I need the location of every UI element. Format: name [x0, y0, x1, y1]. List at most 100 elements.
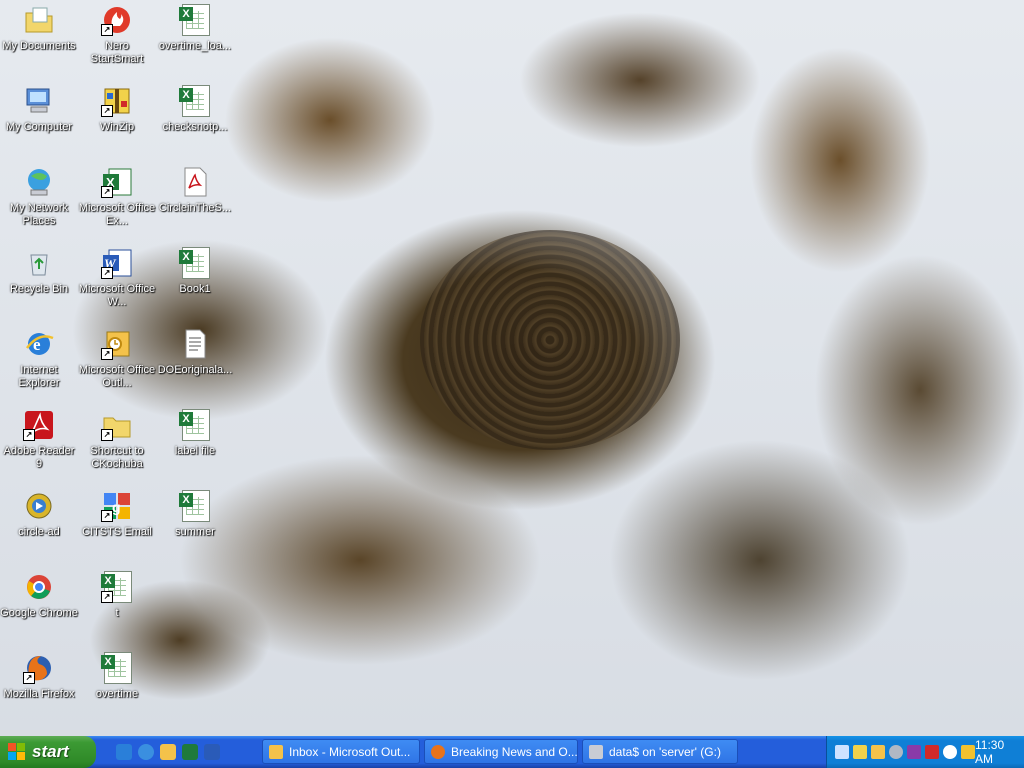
shortcut-arrow-icon: ↗ [101, 105, 113, 117]
drive-icon [589, 744, 603, 759]
desktop-icon-label: Nero StartSmart [90, 40, 144, 65]
desktop-icon-label: Adobe Reader 9 [3, 445, 75, 470]
word-icon: W ↗ [101, 247, 133, 279]
task-label: data$ on 'server' (G:) [609, 744, 721, 759]
shortcut-arrow-icon: ↗ [101, 510, 113, 522]
folder-icon: ↗ [101, 409, 133, 441]
system-tray: 11:30 AM [826, 736, 1024, 768]
desktop-icon-label: My Network Places [9, 202, 69, 227]
desktop-icon-label: My Documents [2, 40, 76, 52]
media-icon[interactable] [925, 745, 939, 759]
adobe-reader-icon: ↗ [23, 409, 55, 441]
shortcut-arrow-icon: ↗ [101, 24, 113, 36]
desktop-icon-my-computer[interactable]: My Computer [0, 83, 78, 155]
desktop-icon-label: My Computer [5, 121, 73, 133]
desktop-icon-recycle-bin[interactable]: Recycle Bin [0, 245, 78, 317]
shortcut-arrow-icon: ↗ [101, 348, 113, 360]
desktop-icon-label: Shortcut to CKochuba [90, 445, 144, 470]
desktop-icon-label: Microsoft Office Outl... [78, 364, 156, 389]
network-icon[interactable] [835, 745, 849, 759]
ie-icon[interactable] [116, 744, 132, 760]
internet-explorer-icon: e [23, 328, 55, 360]
winzip-icon: ↗ [101, 85, 133, 117]
desktop-icon-shortcut-ckochuba[interactable]: ↗ Shortcut to CKochuba [78, 407, 156, 479]
desktop-icon-label: label file [174, 445, 216, 457]
task-label: Inbox - Microsoft Out... [289, 744, 411, 759]
outlook-icon: ↗ [101, 328, 133, 360]
taskbar-button-drive[interactable]: data$ on 'server' (G:) [582, 739, 738, 764]
desktop-icon-label: Recycle Bin [9, 283, 69, 295]
text-file-icon [179, 328, 211, 360]
nero-icon: ↗ [101, 4, 133, 36]
desktop-icon-summer[interactable]: summer [156, 488, 234, 560]
desktop-icon-label: overtime [95, 688, 139, 700]
desktop-icon-circleinthes[interactable]: CircleinTheS... [156, 164, 234, 236]
shortcut-arrow-icon: ↗ [101, 429, 113, 441]
excel-file-icon [179, 4, 211, 36]
desktop-icon-microsoft-office-excel[interactable]: X ↗ Microsoft Office Ex... [78, 164, 156, 236]
desktop-icon-label: summer [175, 526, 215, 538]
desktop-icon-nero-startsmart[interactable]: ↗ Nero StartSmart [78, 2, 156, 74]
audio-icon[interactable] [889, 745, 903, 759]
network-icon [23, 166, 55, 198]
security-icon[interactable] [961, 745, 975, 759]
desktop-icon-winzip[interactable]: ↗ WinZip [78, 83, 156, 155]
ie-icon[interactable] [138, 744, 154, 760]
excel-icon[interactable] [182, 744, 198, 760]
excel-file-icon: ↗ [101, 571, 133, 603]
start-button[interactable]: start [0, 736, 96, 768]
desktop-icon-label: CITSTS Email [82, 526, 152, 538]
desktop-icon-my-documents[interactable]: My Documents [0, 2, 78, 74]
desktop-icon-google-chrome[interactable]: Google Chrome [0, 569, 78, 641]
usb-icon[interactable] [907, 745, 921, 759]
shortcut-arrow-icon: ↗ [101, 267, 113, 279]
desktop-icon-microsoft-office-outlook[interactable]: ↗ Microsoft Office Outl... [78, 326, 156, 398]
shortcut-arrow-icon: ↗ [101, 591, 113, 603]
svg-text:g: g [112, 499, 121, 515]
windows-logo-icon [8, 743, 26, 761]
task-label: Breaking News and O... [451, 744, 578, 759]
desktop-icon-label: Mozilla Firefox [3, 688, 75, 700]
clock: 11:30 AM [975, 738, 1005, 766]
desktop-icon-microsoft-office-word[interactable]: W ↗ Microsoft Office W... [78, 245, 156, 317]
computer-icon [23, 85, 55, 117]
desktop-icon-my-network-places[interactable]: My Network Places [0, 164, 78, 236]
chrome-icon [23, 571, 55, 603]
desktop-icon-t[interactable]: ↗ t [78, 569, 156, 641]
desktop-icon-internet-explorer[interactable]: e Internet Explorer [0, 326, 78, 398]
desktop-icon-label: t [115, 607, 119, 619]
desktop-icon-label-file[interactable]: label file [156, 407, 234, 479]
display-icon[interactable] [853, 745, 867, 759]
desktop-icon-adobe-reader[interactable]: ↗ Adobe Reader 9 [0, 407, 78, 479]
taskbar-button-firefox[interactable]: Breaking News and O... [424, 739, 578, 764]
excel-icon: X ↗ [101, 166, 133, 198]
desktop-icon-circle-ad[interactable]: circle-ad [0, 488, 78, 560]
outlook-icon[interactable] [871, 745, 885, 759]
desktop-icon-book1[interactable]: Book1 [156, 245, 234, 317]
start-label: start [32, 742, 69, 761]
recycle-bin-icon [23, 247, 55, 279]
desktop-icon-label: Microsoft Office Ex... [78, 202, 156, 227]
outlook-icon [269, 744, 283, 759]
quick-launch [116, 744, 220, 760]
shortcut-arrow-icon: ↗ [23, 429, 35, 441]
desktop-icon-label: circle-ad [18, 526, 60, 538]
desktop-icon-label: CircleinTheS... [158, 202, 232, 214]
taskbar: start Inbox - Microsoft Out... Breaking … [0, 736, 1024, 768]
outlook-icon[interactable] [160, 744, 176, 760]
media-file-icon [23, 490, 55, 522]
firefox-icon [431, 744, 445, 759]
shortcut-arrow-icon: ↗ [23, 672, 35, 684]
desktop-icon-label: Book1 [179, 283, 211, 295]
taskbar-button-outlook[interactable]: Inbox - Microsoft Out... [262, 739, 420, 764]
desktop-icon-checksnotp[interactable]: checksnotp... [156, 83, 234, 155]
clock-icon[interactable] [943, 745, 957, 759]
wallpaper-detail [420, 230, 680, 450]
word-icon[interactable] [204, 744, 220, 760]
desktop-icon-citsts-email[interactable]: g ↗ CITSTS Email [78, 488, 156, 560]
desktop-icon-overtime[interactable]: overtime [78, 650, 156, 722]
desktop-icon-doeoriginala[interactable]: DOEoriginala... [156, 326, 234, 398]
desktop-icon-label: Internet Explorer [18, 364, 60, 389]
desktop-icon-overtime-loa[interactable]: overtime_loa... [156, 2, 234, 74]
desktop-icon-mozilla-firefox[interactable]: ↗ Mozilla Firefox [0, 650, 78, 722]
